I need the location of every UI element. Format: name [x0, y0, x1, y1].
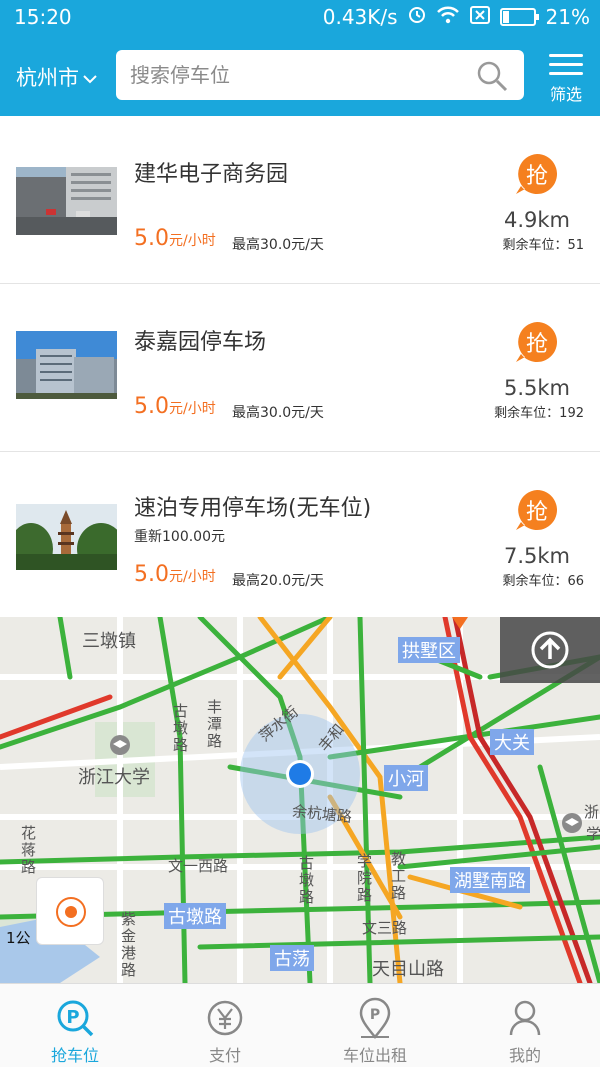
parking-distance: 5.5km	[503, 376, 570, 400]
parking-photo	[16, 504, 117, 570]
map-label: 文一西路	[168, 857, 229, 875]
map-label: 古墩路	[297, 855, 315, 906]
grab-badge-icon[interactable]: 抢	[514, 320, 560, 366]
map-label: 古墩路	[164, 903, 226, 929]
status-time: 15:20	[14, 5, 72, 29]
map-label: 天目山路	[372, 959, 444, 980]
map-label: 三墩镇	[82, 631, 136, 652]
battery-percent: 21%	[545, 5, 590, 29]
svg-text:抢: 抢	[526, 332, 548, 357]
network-speed: 0.43K/s	[322, 5, 398, 29]
status-icons: 0.43K/s 21%	[323, 5, 590, 29]
parking-list-item[interactable]: 泰嘉园停车场 5.0元/小时 最高30.0元/天 抢 5.5km 剩余车位：19…	[0, 284, 600, 452]
parking-name: 速泊专用停车场(无车位)	[134, 496, 372, 521]
tab-me[interactable]: 我的	[450, 984, 600, 1067]
map-label: 大关	[490, 729, 534, 755]
parking-price: 5.0元/小时	[134, 226, 216, 251]
parking-max-price: 最高20.0元/天	[232, 573, 324, 589]
scroll-up-button[interactable]	[500, 617, 600, 683]
map-label: 浙江大学	[78, 767, 150, 788]
parking-price: 5.0元/小时	[134, 394, 216, 419]
map-label: 丰潭路	[205, 699, 223, 750]
map-label: 学院路	[355, 853, 373, 904]
svg-text:P: P	[370, 1007, 380, 1023]
parking-name: 建华电子商务园	[134, 162, 289, 187]
svg-text:抢: 抢	[526, 164, 548, 189]
arrow-up-icon	[531, 631, 569, 669]
tab-grab-parking[interactable]: P 抢车位	[0, 984, 150, 1067]
parking-spots: 剩余车位：192	[494, 406, 584, 421]
tab-label: 车位出租	[342, 1046, 407, 1065]
parking-list: 建华电子商务园 5.0元/小时 最高30.0元/天 抢 4.9km 剩余车位：5…	[0, 116, 600, 620]
parking-max-price: 最高30.0元/天	[232, 405, 324, 421]
parking-pin-icon: P	[300, 994, 450, 1042]
top-bar: 杭州市 筛选	[0, 34, 600, 116]
locate-button[interactable]	[36, 877, 104, 945]
parking-list-item[interactable]: 建华电子商务园 5.0元/小时 最高30.0元/天 抢 4.9km 剩余车位：5…	[0, 116, 600, 284]
map-label: 小河	[384, 765, 428, 791]
tab-label: 支付	[208, 1046, 241, 1065]
filter-button[interactable]: 筛选	[546, 48, 586, 105]
search-icon[interactable]	[476, 60, 508, 96]
parking-distance: 4.9km	[503, 208, 570, 232]
battery-icon	[499, 8, 539, 26]
svg-text:P: P	[66, 1007, 79, 1028]
search-box	[116, 50, 524, 100]
parking-note: 重新100.00元	[134, 529, 225, 545]
parking-list-item[interactable]: 速泊专用停车场(无车位) 重新100.00元 5.0元/小时 最高20.0元/天…	[0, 452, 600, 620]
parking-distance: 7.5km	[503, 544, 570, 568]
user-icon	[450, 994, 600, 1042]
tab-label: 我的	[508, 1046, 541, 1065]
yen-icon	[150, 994, 300, 1042]
alarm-icon	[408, 5, 426, 29]
sim-off-icon	[469, 5, 490, 29]
locate-icon	[56, 897, 86, 927]
parking-name: 泰嘉园停车场	[134, 330, 267, 355]
map-label: 花蒋路	[19, 825, 37, 876]
map-label: 古荡	[270, 945, 314, 971]
parking-spots: 剩余车位：66	[502, 574, 584, 589]
map-label: 拱墅区	[398, 637, 460, 663]
grab-badge-icon[interactable]: 抢	[514, 488, 560, 534]
status-bar: 15:20 0.43K/s 21%	[0, 0, 600, 34]
map-label: 古墩路	[171, 703, 189, 754]
map-label: 文三路	[362, 919, 408, 937]
grab-badge-icon[interactable]: 抢	[514, 152, 560, 198]
parking-max-price: 最高30.0元/天	[232, 237, 324, 253]
map-label: 湖墅南路	[450, 867, 530, 893]
map-label: 学	[586, 825, 600, 843]
parking-photo	[16, 331, 117, 399]
svg-text:抢: 抢	[526, 500, 548, 525]
city-selector[interactable]: 杭州市	[16, 62, 97, 92]
parking-price: 5.0元/小时	[134, 562, 216, 587]
map-scale: 1公	[6, 929, 31, 947]
map-label: 浙	[584, 803, 600, 821]
parking-search-icon: P	[0, 994, 150, 1042]
tab-bar: P 抢车位 支付 P 车位出租 我的	[0, 983, 600, 1067]
map-label: 紫金港路	[119, 911, 137, 979]
map-label: 教工路	[389, 851, 407, 902]
filter-label: 筛选	[549, 85, 582, 104]
parking-photo	[16, 167, 117, 235]
tab-rent-spot[interactable]: P 车位出租	[300, 984, 450, 1067]
map-view[interactable]: 三墩镇 拱墅区 大关 浙江大学 小河 余杭塘路 文一西路 古墩路 湖墅南路 文三…	[0, 617, 600, 983]
tab-pay[interactable]: 支付	[150, 984, 300, 1067]
search-input[interactable]	[130, 50, 470, 100]
parking-spots: 剩余车位：51	[502, 238, 584, 253]
tab-label: 抢车位	[50, 1046, 99, 1065]
menu-icon	[549, 54, 583, 75]
city-label: 杭州市	[16, 66, 79, 90]
wifi-icon	[436, 5, 460, 29]
chevron-down-icon	[83, 65, 97, 89]
